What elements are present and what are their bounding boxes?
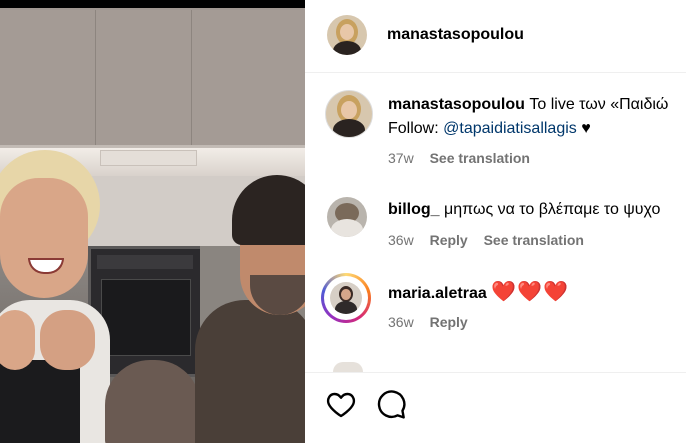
kitchen-cabinet: [0, 10, 96, 145]
post-header: manastasopoulou: [305, 0, 686, 73]
caption-follow-line: Follow: @tapaidiatisallagis ♥: [388, 120, 591, 138]
comment-text: μηπως να το βλέπαμε το ψυχο: [444, 201, 661, 218]
mention-link[interactable]: @tapaidiatisallagis: [443, 120, 577, 137]
comment-icon[interactable]: [375, 388, 407, 420]
comment-meta: 36w Reply: [388, 314, 480, 330]
media-top-bar: [0, 0, 305, 8]
caption-username[interactable]: manastasopoulou: [388, 96, 525, 113]
comment-item: billog_ μηπως να το βλέπαμε το ψυχο 36w …: [305, 197, 686, 257]
post-media[interactable]: [0, 0, 305, 443]
kitchen-cabinet: [96, 10, 192, 145]
person-face: [0, 178, 88, 298]
comment-text: ❤️❤️❤️: [491, 281, 569, 303]
caption: manastasopoulou Το live των «Παιδιώ Foll…: [305, 90, 686, 170]
comment-meta: 36w Reply See translation: [388, 232, 596, 248]
comment-time[interactable]: 36w: [388, 314, 414, 330]
actions-divider: [305, 372, 686, 373]
heart-icon[interactable]: [325, 388, 357, 420]
comment-line: billog_ μηπως να το βλέπαμε το ψυχο: [388, 201, 660, 219]
comment-line: maria.aletraa ❤️❤️❤️: [388, 279, 569, 304]
reply-button[interactable]: Reply: [430, 232, 468, 248]
caption-time[interactable]: 37w: [388, 150, 414, 166]
commenter-avatar: [324, 276, 368, 320]
person-shirt: [0, 360, 80, 443]
person-hand: [0, 310, 35, 370]
commenter-username[interactable]: billog_: [388, 201, 440, 218]
person-hoodie: [195, 300, 305, 443]
commenter-avatar[interactable]: [327, 197, 367, 237]
caption-meta: 37w See translation: [388, 150, 542, 166]
author-username[interactable]: manastasopoulou: [387, 26, 524, 44]
story-ring[interactable]: [321, 273, 371, 323]
caption-text: Το live των «Παιδιώ: [529, 96, 669, 113]
comment-item: maria.aletraa ❤️❤️❤️ 36w Reply: [305, 273, 686, 335]
commenter-username[interactable]: maria.aletraa: [388, 285, 487, 302]
author-avatar[interactable]: [327, 15, 367, 55]
reply-button[interactable]: Reply: [430, 314, 468, 330]
next-comment-avatar: [333, 362, 363, 372]
comment-time[interactable]: 36w: [388, 232, 414, 248]
dog: [105, 360, 200, 443]
range-hood: [100, 150, 197, 166]
caption-line: manastasopoulou Το live των «Παιδιώ: [388, 96, 668, 114]
comments-panel: manastasopoulou manastasopoulou Το live …: [305, 0, 686, 443]
caption-avatar[interactable]: [325, 90, 373, 138]
heart-suffix: ♥: [576, 120, 591, 137]
see-translation-button[interactable]: See translation: [484, 232, 584, 248]
see-translation-button[interactable]: See translation: [430, 150, 530, 166]
person-hand: [40, 310, 95, 370]
follow-label: Follow:: [388, 120, 444, 137]
kitchen-cabinet: [192, 10, 305, 145]
